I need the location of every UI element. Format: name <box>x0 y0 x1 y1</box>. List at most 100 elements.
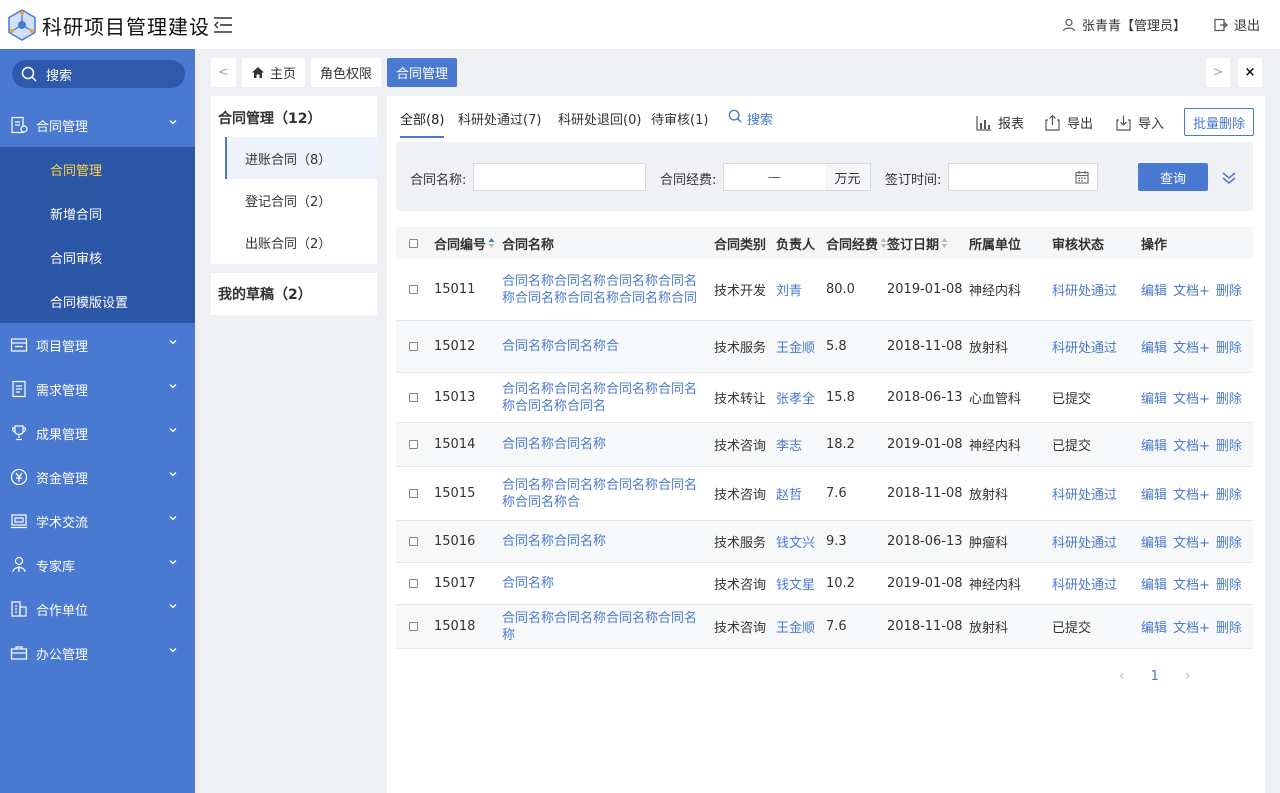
page-prev-button[interactable]: ‹ <box>1119 668 1125 684</box>
query-button[interactable]: 查询 <box>1138 163 1208 191</box>
edit-link[interactable]: 编辑 <box>1141 435 1167 454</box>
cell-contract-name-link[interactable]: 合同名称 <box>502 563 707 604</box>
select-all-checkbox[interactable] <box>409 238 418 248</box>
edit-link[interactable]: 编辑 <box>1141 532 1167 551</box>
row-checkbox[interactable] <box>409 342 418 351</box>
tab-next-button[interactable]: > <box>1206 58 1230 87</box>
cell-owner-link[interactable]: 钱文星 <box>776 563 815 604</box>
cell-contract-name-link[interactable]: 合同名称合同名称 <box>502 423 707 466</box>
category-outgoing[interactable]: 出账合同（2） <box>225 221 377 263</box>
batch-delete-button[interactable]: 批量删除 <box>1184 108 1254 136</box>
sidebar-group-academic[interactable]: 学术交流 <box>0 499 195 543</box>
delete-link[interactable]: 删除 <box>1216 337 1242 356</box>
cell-owner-link[interactable]: 张孝全 <box>776 373 815 422</box>
table-row[interactable]: 15012 合同名称合同名称合 技术服务 王金顺 5.8 2018-11-08 放射科 科研处… <box>396 321 1253 373</box>
page-number[interactable]: 1 <box>1151 669 1159 684</box>
filter-tab-returned[interactable]: 科研处退回(0) <box>558 109 641 138</box>
add-document-link[interactable]: 文档+ <box>1173 280 1210 299</box>
cell-owner-link[interactable]: 李志 <box>776 423 802 466</box>
table-row[interactable]: 15016 合同名称合同名称 技术服务 钱文兴 9.3 2018-06-13 肿瘤科 科研处通… <box>396 521 1253 563</box>
delete-link[interactable]: 删除 <box>1216 435 1242 454</box>
category-incoming[interactable]: 进账合同（8） <box>225 137 377 179</box>
tab-contract-manage[interactable]: 合同管理 <box>387 58 458 87</box>
cell-status[interactable]: 科研处通过 <box>1052 563 1117 604</box>
delete-link[interactable]: 删除 <box>1216 484 1242 503</box>
table-row[interactable]: 15017 合同名称 技术咨询 钱文星 10.2 2019-01-08 神经内科 科研处通过编… <box>396 563 1253 605</box>
page-next-button[interactable]: › <box>1185 668 1191 684</box>
add-document-link[interactable]: 文档+ <box>1173 337 1210 356</box>
cell-contract-name-link[interactable]: 合同名称合同名称 <box>502 521 707 562</box>
edit-link[interactable]: 编辑 <box>1141 337 1167 356</box>
sidebar-sub-contract-manage[interactable]: 合同管理 <box>0 147 195 191</box>
sidebar-group-funds[interactable]: 资金管理 <box>0 455 195 499</box>
sign-date-input[interactable] <box>948 163 1098 191</box>
add-document-link[interactable]: 文档+ <box>1173 532 1210 551</box>
my-drafts[interactable]: 我的草稿（2） <box>211 273 377 315</box>
col-header-fund[interactable]: 合同经费 <box>826 227 887 259</box>
cell-contract-name-link[interactable]: 合同名称合同名称合同名称合同名称合同名称合 <box>502 467 707 520</box>
delete-link[interactable]: 删除 <box>1216 574 1242 593</box>
menu-fold-icon[interactable] <box>213 16 233 34</box>
cell-contract-name-link[interactable]: 合同名称合同名称合 <box>502 321 707 372</box>
tab-home[interactable]: 主页 <box>242 58 306 87</box>
filter-tab-all[interactable]: 全部(8) <box>400 109 445 138</box>
row-checkbox[interactable] <box>409 489 418 498</box>
table-row[interactable]: 15018 合同名称合同名称合同名称合同名称 技术咨询 王金顺 7.6 2018-11-0… <box>396 605 1253 649</box>
cell-contract-name-link[interactable]: 合同名称合同名称合同名称合同名称 <box>502 605 707 648</box>
row-checkbox[interactable] <box>409 285 418 294</box>
cell-owner-link[interactable]: 赵哲 <box>776 467 802 520</box>
add-document-link[interactable]: 文档+ <box>1173 484 1210 503</box>
row-checkbox[interactable] <box>409 622 418 631</box>
sidebar-group-office[interactable]: 办公管理 <box>0 631 195 675</box>
cell-owner-link[interactable]: 钱文兴 <box>776 521 815 562</box>
row-checkbox[interactable] <box>409 440 418 449</box>
filter-tab-pending[interactable]: 待审核(1) <box>651 109 708 138</box>
add-document-link[interactable]: 文档+ <box>1173 617 1210 636</box>
report-button[interactable]: 报表 <box>976 113 1024 132</box>
sidebar-sub-contract-review[interactable]: 合同审核 <box>0 235 195 279</box>
contract-name-input[interactable] <box>473 163 646 191</box>
edit-link[interactable]: 编辑 <box>1141 617 1167 636</box>
cell-status[interactable]: 科研处通过 <box>1052 321 1117 372</box>
contract-fund-range-input[interactable]: — <box>723 163 826 191</box>
cell-owner-link[interactable]: 王金顺 <box>776 321 815 372</box>
delete-link[interactable]: 删除 <box>1216 532 1242 551</box>
col-header-id[interactable]: 合同编号 <box>434 227 495 259</box>
table-row[interactable]: 15015 合同名称合同名称合同名称合同名称合同名称合 技术咨询 赵哲 7.6 2018-… <box>396 467 1253 521</box>
edit-link[interactable]: 编辑 <box>1141 484 1167 503</box>
cell-status[interactable]: 科研处通过 <box>1052 467 1117 520</box>
add-document-link[interactable]: 文档+ <box>1173 435 1210 454</box>
row-checkbox[interactable] <box>409 393 418 402</box>
sidebar-group-achievement[interactable]: 成果管理 <box>0 411 195 455</box>
filter-tab-approved[interactable]: 科研处通过(7) <box>458 109 541 138</box>
cell-contract-name-link[interactable]: 合同名称合同名称合同名称合同名称合同名称合同名 <box>502 373 707 422</box>
logout-button[interactable]: 退出 <box>1214 15 1260 34</box>
export-button[interactable]: 导出 <box>1044 113 1093 132</box>
sidebar-sub-template-settings[interactable]: 合同模版设置 <box>0 279 195 323</box>
edit-link[interactable]: 编辑 <box>1141 388 1167 407</box>
double-chevron-down-icon[interactable] <box>1221 170 1237 186</box>
sidebar-group-project[interactable]: 项目管理 <box>0 323 195 367</box>
cell-status[interactable]: 科研处通过 <box>1052 521 1117 562</box>
cell-status[interactable]: 科研处通过 <box>1052 259 1117 320</box>
table-row[interactable]: 15013 合同名称合同名称合同名称合同名称合同名称合同名 技术转让 张孝全 15.8 2… <box>396 373 1253 423</box>
sidebar-group-demand[interactable]: 需求管理 <box>0 367 195 411</box>
sidebar-search[interactable]: 搜索 <box>12 60 185 88</box>
row-checkbox[interactable] <box>409 579 418 588</box>
delete-link[interactable]: 删除 <box>1216 388 1242 407</box>
tab-prev-button[interactable]: < <box>211 58 236 87</box>
col-header-date[interactable]: 签订日期 <box>887 227 948 259</box>
row-checkbox[interactable] <box>409 537 418 546</box>
edit-link[interactable]: 编辑 <box>1141 280 1167 299</box>
cell-contract-name-link[interactable]: 合同名称合同名称合同名称合同名称合同名称合同名称合同名称合同 <box>502 259 707 320</box>
cell-owner-link[interactable]: 王金顺 <box>776 605 815 648</box>
edit-link[interactable]: 编辑 <box>1141 574 1167 593</box>
user-menu[interactable]: 张青青【管理员】 <box>1062 15 1186 34</box>
delete-link[interactable]: 删除 <box>1216 280 1242 299</box>
delete-link[interactable]: 删除 <box>1216 617 1242 636</box>
add-document-link[interactable]: 文档+ <box>1173 574 1210 593</box>
sidebar-sub-add-contract[interactable]: 新增合同 <box>0 191 195 235</box>
tab-close-button[interactable]: × <box>1238 58 1262 87</box>
category-registered[interactable]: 登记合同（2） <box>225 179 377 221</box>
cell-owner-link[interactable]: 刘青 <box>776 259 802 320</box>
